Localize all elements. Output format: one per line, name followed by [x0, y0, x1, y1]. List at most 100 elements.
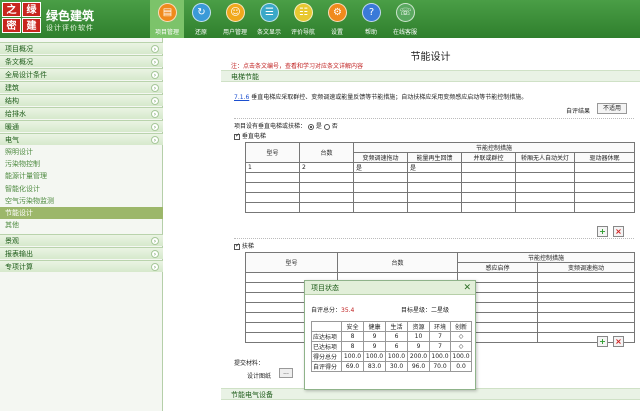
close-icon[interactable]: ✕	[463, 281, 471, 295]
table-cell[interactable]	[299, 172, 354, 183]
sidebar-item[interactable]: 智能化设计	[0, 183, 163, 195]
sidebar-section[interactable]: 条文概况 ›	[0, 55, 163, 67]
sidebar-section[interactable]: 全局设计条件 ›	[0, 68, 163, 80]
chevron-right-icon[interactable]: ›	[151, 110, 159, 118]
table-cell[interactable]	[353, 172, 408, 183]
chevron-right-icon[interactable]: ›	[151, 71, 159, 79]
chevron-right-icon[interactable]: ›	[151, 123, 159, 131]
table-row[interactable]	[245, 192, 635, 203]
table-cell[interactable]	[536, 322, 636, 333]
nav-item-list[interactable]: ☷ 评价导航	[286, 0, 320, 38]
chevron-right-icon[interactable]: ›	[151, 237, 159, 246]
table-cell[interactable]	[407, 192, 462, 203]
table-cell[interactable]	[574, 172, 635, 183]
sidebar-item[interactable]: 节能设计	[0, 207, 163, 219]
sidebar-section[interactable]: 暖通 ›	[0, 120, 163, 132]
sidebar-item[interactable]: 照明设计	[0, 146, 163, 158]
sidebar-item[interactable]: 污染物控制	[0, 158, 163, 170]
table-cell[interactable]: 是	[407, 162, 462, 173]
no-radio[interactable]	[323, 123, 330, 130]
table-cell[interactable]: 2	[299, 162, 354, 173]
sidebar-section[interactable]: 项目概况 ›	[0, 42, 163, 54]
sidebar-item[interactable]: 其他	[0, 219, 163, 231]
sidebar-section[interactable]: 报表输出 ›	[0, 247, 163, 260]
table-cell[interactable]	[461, 162, 516, 173]
escalator-checkbox[interactable]	[234, 242, 240, 250]
sidebar-section[interactable]: 给排水 ›	[0, 107, 163, 119]
table-cell[interactable]	[536, 292, 636, 303]
table-cell[interactable]	[245, 192, 300, 203]
yes-radio[interactable]	[307, 123, 314, 130]
table-cell[interactable]	[515, 192, 575, 203]
sidebar-section[interactable]: 专项计算 ›	[0, 260, 163, 273]
chevron-right-icon[interactable]: ›	[151, 263, 159, 272]
table-cell[interactable]	[515, 162, 575, 173]
sidebar-section[interactable]: 景观 ›	[0, 234, 163, 247]
nav-item-document[interactable]: ☰ 条文显示	[252, 0, 286, 38]
dialog-titlebar[interactable]: 项目状态 ✕	[305, 281, 475, 295]
chevron-right-icon[interactable]: ›	[151, 97, 159, 105]
sidebar-section[interactable]: 电气 ›	[0, 133, 163, 145]
table-cell[interactable]	[407, 182, 462, 193]
table-cell[interactable]	[574, 182, 635, 193]
brand-title: 绿色建筑	[46, 9, 95, 23]
nav-item-folder[interactable]: ▤ 项目管理	[150, 0, 184, 38]
self-eval-dropdown[interactable]: 不适用	[597, 103, 627, 114]
table-cell[interactable]	[299, 182, 354, 193]
sidebar-section[interactable]: 结构 ›	[0, 94, 163, 106]
sidebar-item[interactable]: 空气污染物监测	[0, 195, 163, 207]
sidebar-item-label: 节能设计	[5, 209, 33, 217]
table-cell[interactable]	[407, 172, 462, 183]
table-cell[interactable]	[461, 172, 516, 183]
table-cell[interactable]	[353, 192, 408, 203]
nav-label: 在线客服	[392, 29, 417, 36]
table-cell[interactable]	[299, 202, 354, 213]
sidebar-section[interactable]: 建筑 ›	[0, 81, 163, 93]
table-cell[interactable]	[515, 182, 575, 193]
table-cell[interactable]	[536, 272, 636, 283]
table-cell[interactable]	[353, 182, 408, 193]
table-cell[interactable]	[245, 182, 300, 193]
table-cell[interactable]	[245, 172, 300, 183]
elevator-checkbox[interactable]	[234, 132, 240, 140]
table-cell[interactable]	[574, 162, 635, 173]
table-cell[interactable]	[536, 312, 636, 323]
chevron-right-icon[interactable]: ›	[151, 84, 159, 92]
table-row[interactable]: 1 2 是 是	[245, 162, 635, 173]
chevron-right-icon[interactable]: ›	[151, 45, 159, 53]
table-cell[interactable]	[245, 202, 300, 213]
nav-item-support[interactable]: ☏ 在线客服	[388, 0, 422, 38]
delete-escalator-row-button[interactable]: ×	[613, 336, 624, 347]
table-cell[interactable]	[461, 182, 516, 193]
chevron-right-icon[interactable]: ›	[151, 136, 159, 144]
table-cell[interactable]	[353, 202, 408, 213]
table-cell[interactable]	[574, 192, 635, 203]
table-cell[interactable]	[515, 172, 575, 183]
clause-link[interactable]: 7.1.6	[234, 94, 249, 101]
table-cell[interactable]: 1	[245, 162, 300, 173]
nav-item-help[interactable]: ? 帮助	[354, 0, 388, 38]
nav-item-refresh[interactable]: ↻ 还原	[184, 0, 218, 38]
table-cell[interactable]	[536, 282, 636, 293]
nav-item-user[interactable]: ☺ 用户管理	[218, 0, 252, 38]
table-cell[interactable]	[461, 192, 516, 203]
col-group-measures: 节能控制措施	[456, 252, 636, 263]
table-row[interactable]	[245, 182, 635, 193]
delete-elevator-row-button[interactable]: ×	[613, 226, 624, 237]
table-cell[interactable]	[536, 302, 636, 313]
table-cell[interactable]	[299, 192, 354, 203]
sidebar-item[interactable]: 能源计量管理	[0, 170, 163, 182]
chevron-right-icon[interactable]: ›	[151, 58, 159, 66]
browse-button[interactable]: ...	[279, 368, 293, 378]
table-cell[interactable]	[461, 202, 516, 213]
add-escalator-row-button[interactable]: +	[597, 336, 608, 347]
table-cell[interactable]: 是	[353, 162, 408, 173]
table-cell[interactable]	[515, 202, 575, 213]
table-row[interactable]	[245, 202, 635, 213]
table-cell[interactable]	[407, 202, 462, 213]
add-elevator-row-button[interactable]: +	[597, 226, 608, 237]
chevron-right-icon[interactable]: ›	[151, 250, 159, 259]
table-cell[interactable]	[574, 202, 635, 213]
table-row[interactable]	[245, 172, 635, 183]
nav-item-gear[interactable]: ⚙ 设置	[320, 0, 354, 38]
